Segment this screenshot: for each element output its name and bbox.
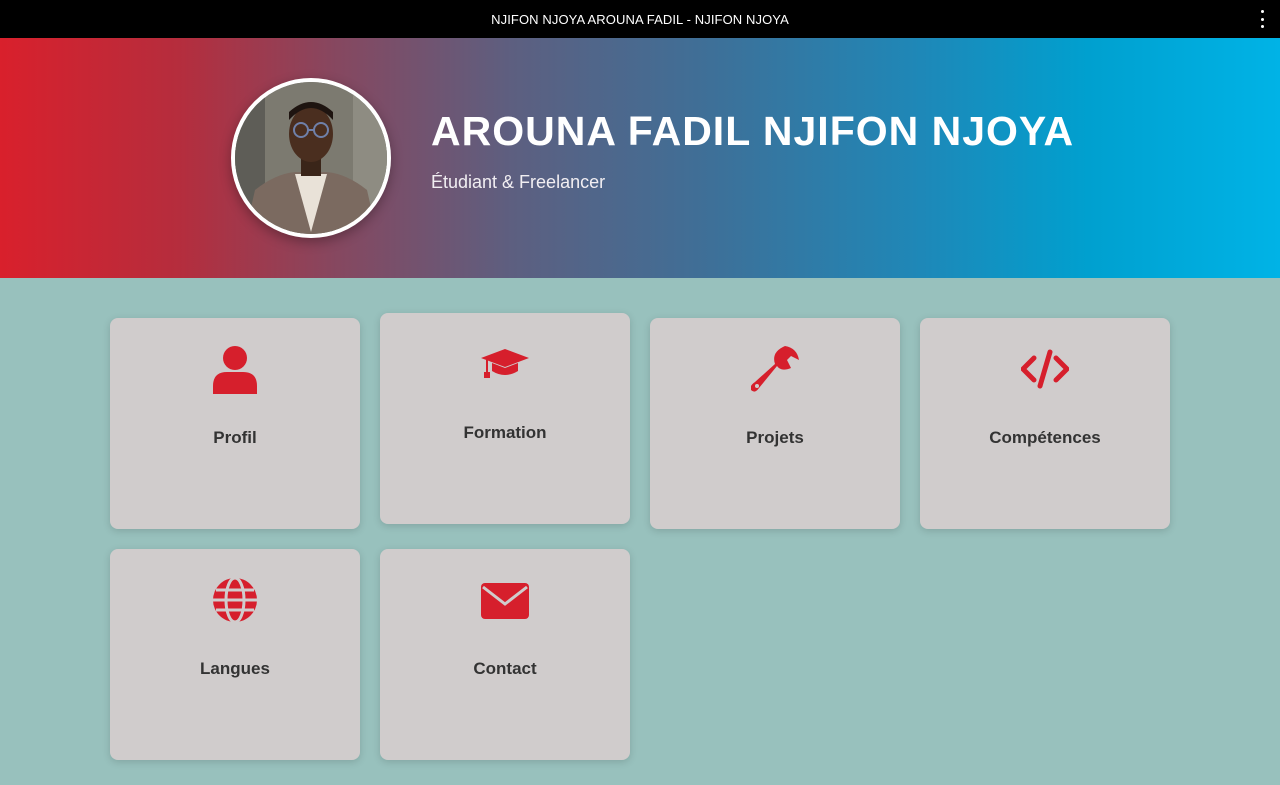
hero-banner: AROUNA FADIL NJIFON NJOYA Étudiant & Fre… — [0, 38, 1280, 278]
page-title: AROUNA FADIL NJIFON NJOYA — [431, 108, 1075, 154]
card-label: Langues — [200, 659, 270, 678]
window-titlebar: NJIFON NJOYA AROUNA FADIL - NJIFON NJOYA — [0, 0, 1280, 38]
user-icon — [211, 344, 259, 394]
card-label: Formation — [463, 423, 547, 442]
card-label: Contact — [473, 659, 537, 678]
card-profil[interactable]: Profil — [110, 318, 360, 529]
subtitle: Étudiant & Freelancer — [431, 172, 606, 192]
card-projets[interactable]: Projets — [650, 318, 900, 529]
avatar — [231, 78, 391, 238]
window-title: NJIFON NJOYA AROUNA FADIL - NJIFON NJOYA — [491, 11, 789, 27]
wrench-icon — [751, 344, 799, 394]
graduation-cap-icon — [481, 339, 529, 389]
card-competences[interactable]: Compétences — [920, 318, 1170, 529]
envelope-icon — [481, 575, 529, 625]
card-langues[interactable]: Langues — [110, 549, 360, 760]
card-label: Projets — [746, 428, 804, 447]
globe-icon — [211, 575, 259, 625]
card-contact[interactable]: Contact — [380, 549, 630, 760]
card-formation[interactable]: Formation — [380, 313, 630, 524]
card-label: Profil — [213, 428, 257, 447]
more-options-icon[interactable] — [1254, 10, 1270, 28]
card-label: Compétences — [989, 428, 1101, 447]
code-icon — [1021, 344, 1069, 394]
